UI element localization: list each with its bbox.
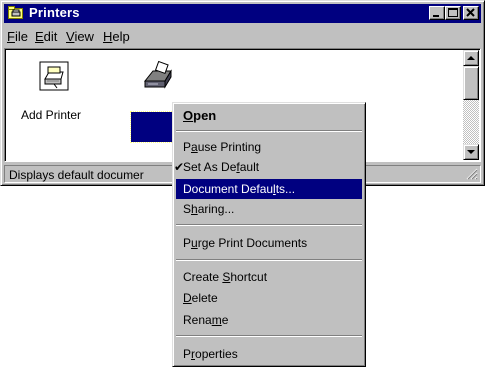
menu-separator <box>176 335 362 337</box>
resize-grip-icon[interactable] <box>466 168 478 180</box>
scroll-up-arrow-icon <box>467 56 475 60</box>
window-title: Printers <box>29 5 80 20</box>
vertical-scrollbar[interactable] <box>463 50 479 160</box>
menu-separator <box>176 224 362 226</box>
scroll-down-button[interactable] <box>463 144 479 160</box>
menu-item-properties[interactable]: Properties <box>176 344 362 364</box>
printers-folder-icon <box>8 6 23 19</box>
menu-view[interactable]: View <box>66 29 94 44</box>
menu-item-pause-printing[interactable]: Pause Printing <box>176 137 362 157</box>
maximize-button[interactable] <box>445 6 461 20</box>
minimize-icon <box>433 15 439 17</box>
menu-file[interactable]: File <box>7 29 28 44</box>
scroll-thumb[interactable] <box>463 66 479 100</box>
menu-separator <box>176 130 362 132</box>
menu-edit[interactable]: Edit <box>35 29 57 44</box>
menu-item-delete[interactable]: Delete <box>176 288 362 308</box>
scroll-down-arrow-icon <box>467 150 475 154</box>
printer-item[interactable] <box>139 59 177 96</box>
title-bar[interactable]: Printers <box>4 4 481 23</box>
menu-item-purge-print-documents[interactable]: Purge Print Documents <box>176 233 362 253</box>
add-printer-label[interactable]: Add Printer <box>21 108 81 122</box>
menu-bar: File Edit View Help <box>4 26 481 46</box>
menu-item-create-shortcut[interactable]: Create Shortcut <box>176 267 362 287</box>
status-text: Displays default documer <box>9 168 144 182</box>
menu-separator <box>176 259 362 261</box>
add-printer-icon <box>39 61 69 91</box>
minimize-button[interactable] <box>429 6 445 20</box>
menu-item-document-defaults[interactable]: Document Defaults... <box>176 179 362 199</box>
menu-item-rename[interactable]: Rename <box>176 310 362 330</box>
printer-icon <box>143 60 172 89</box>
menu-item-open[interactable]: Open <box>176 106 362 126</box>
context-menu: Open Pause Printing ✔ Set As Default Doc… <box>172 102 366 367</box>
close-button[interactable] <box>463 6 479 20</box>
add-printer-item[interactable] <box>37 59 71 96</box>
menu-help[interactable]: Help <box>103 29 130 44</box>
close-icon <box>466 8 475 17</box>
menu-item-sharing[interactable]: Sharing... <box>176 199 362 219</box>
maximize-icon <box>448 8 458 17</box>
scroll-up-button[interactable] <box>463 50 479 66</box>
menu-item-set-as-default[interactable]: ✔ Set As Default <box>174 157 362 177</box>
